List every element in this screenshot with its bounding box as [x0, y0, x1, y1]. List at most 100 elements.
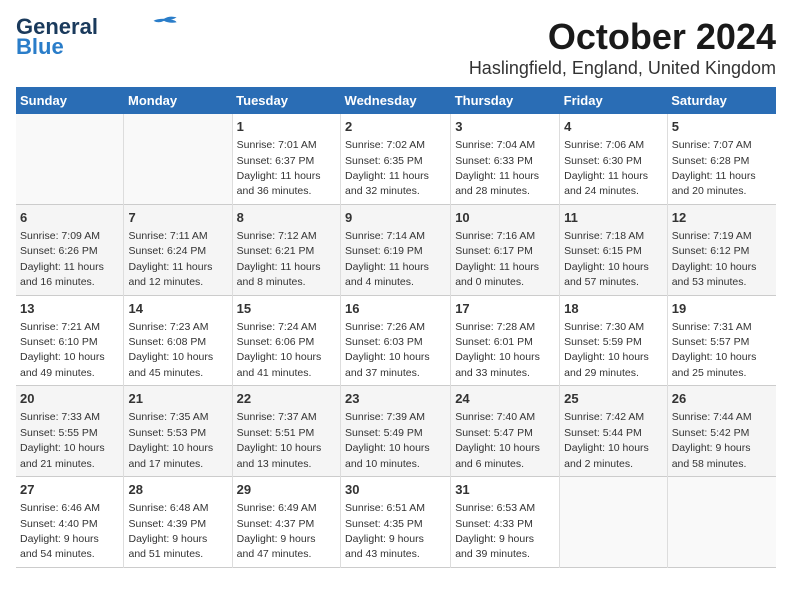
calendar-cell: 12Sunrise: 7:19 AM Sunset: 6:12 PM Dayli…: [667, 204, 776, 295]
logo: General Blue: [16, 16, 178, 58]
day-info: Sunrise: 7:44 AM Sunset: 5:42 PM Dayligh…: [672, 411, 752, 469]
column-header-friday: Friday: [560, 87, 668, 114]
calendar-cell: 25 Sunrise: 7:42 AM Sunset: 5:44 PM Dayli…: [560, 386, 668, 477]
day-info: Sunrise: 7:33 AM Sunset: 5:55 PM Dayligh…: [20, 411, 105, 469]
day-info: Sunrise: 7:12 AM Sunset: 6:21 PM Dayligh…: [237, 230, 321, 288]
day-info: Sunrise: 7:26 AM Sunset: 6:03 PM Dayligh…: [345, 321, 430, 379]
day-info: Sunrise: 7:07 AM Sunset: 6:28 PM Dayligh…: [672, 139, 756, 197]
day-number: 9: [345, 209, 446, 227]
day-number: 6: [20, 209, 119, 227]
column-header-thursday: Thursday: [451, 87, 560, 114]
day-info: Sunrise: 7:14 AM Sunset: 6:19 PM Dayligh…: [345, 230, 429, 288]
day-number: 22: [237, 390, 336, 408]
day-number: 29: [237, 481, 336, 499]
day-number: 19: [672, 300, 772, 318]
calendar-cell: 29 Sunrise: 6:49 AM Sunset: 4:37 PM Dayli…: [232, 477, 340, 568]
calendar-cell: 27 Sunrise: 6:46 AM Sunset: 4:40 PM Dayli…: [16, 477, 124, 568]
calendar-cell: 31 Sunrise: 6:53 AM Sunset: 4:33 PM Dayli…: [451, 477, 560, 568]
day-number: 1: [237, 118, 336, 136]
calendar-cell: 18Sunrise: 7:30 AM Sunset: 5:59 PM Dayli…: [560, 295, 668, 386]
day-info: Sunrise: 7:23 AM Sunset: 6:08 PM Dayligh…: [128, 321, 213, 379]
page-header: General Blue October 2024 Haslingfield, …: [16, 16, 776, 79]
calendar-cell: 1Sunrise: 7:01 AM Sunset: 6:37 PM Daylig…: [232, 114, 340, 204]
day-number: 10: [455, 209, 555, 227]
day-info: Sunrise: 6:46 AM Sunset: 4:40 PM Dayligh…: [20, 502, 100, 560]
calendar-cell: 22 Sunrise: 7:37 AM Sunset: 5:51 PM Dayli…: [232, 386, 340, 477]
column-header-saturday: Saturday: [667, 87, 776, 114]
calendar-cell: 15 Sunrise: 7:24 AM Sunset: 6:06 PM Dayli…: [232, 295, 340, 386]
calendar-cell: 14 Sunrise: 7:23 AM Sunset: 6:08 PM Dayli…: [124, 295, 232, 386]
day-number: 23: [345, 390, 446, 408]
day-info: Sunrise: 7:37 AM Sunset: 5:51 PM Dayligh…: [237, 411, 322, 469]
logo-subtext: Blue: [16, 36, 64, 58]
calendar-cell: 24 Sunrise: 7:40 AM Sunset: 5:47 PM Dayli…: [451, 386, 560, 477]
day-number: 30: [345, 481, 446, 499]
day-number: 11: [564, 209, 663, 227]
week-row-4: 20Sunrise: 7:33 AM Sunset: 5:55 PM Dayli…: [16, 386, 776, 477]
calendar-cell: [667, 477, 776, 568]
calendar-cell: 4Sunrise: 7:06 AM Sunset: 6:30 PM Daylig…: [560, 114, 668, 204]
calendar-cell: 30 Sunrise: 6:51 AM Sunset: 4:35 PM Dayli…: [341, 477, 451, 568]
calendar-cell: 8 Sunrise: 7:12 AM Sunset: 6:21 PM Daylig…: [232, 204, 340, 295]
month-title: October 2024: [469, 16, 776, 58]
week-row-1: 1Sunrise: 7:01 AM Sunset: 6:37 PM Daylig…: [16, 114, 776, 204]
day-info: Sunrise: 6:51 AM Sunset: 4:35 PM Dayligh…: [345, 502, 425, 560]
calendar-cell: 26 Sunrise: 7:44 AM Sunset: 5:42 PM Dayli…: [667, 386, 776, 477]
calendar-cell: [560, 477, 668, 568]
day-number: 31: [455, 481, 555, 499]
title-section: October 2024 Haslingfield, England, Unit…: [469, 16, 776, 79]
day-info: Sunrise: 7:24 AM Sunset: 6:06 PM Dayligh…: [237, 321, 322, 379]
day-number: 8: [237, 209, 336, 227]
week-row-5: 27 Sunrise: 6:46 AM Sunset: 4:40 PM Dayli…: [16, 477, 776, 568]
day-number: 4: [564, 118, 663, 136]
day-info: Sunrise: 6:48 AM Sunset: 4:39 PM Dayligh…: [128, 502, 208, 560]
day-number: 17: [455, 300, 555, 318]
calendar-cell: 5 Sunrise: 7:07 AM Sunset: 6:28 PM Daylig…: [667, 114, 776, 204]
logo-bird-icon: [150, 14, 178, 34]
day-number: 28: [128, 481, 227, 499]
day-info: Sunrise: 7:11 AM Sunset: 6:24 PM Dayligh…: [128, 230, 212, 288]
calendar-cell: 10 Sunrise: 7:16 AM Sunset: 6:17 PM Dayli…: [451, 204, 560, 295]
day-info: Sunrise: 7:40 AM Sunset: 5:47 PM Dayligh…: [455, 411, 540, 469]
calendar-cell: 6 Sunrise: 7:09 AM Sunset: 6:26 PM Daylig…: [16, 204, 124, 295]
day-info: Sunrise: 7:16 AM Sunset: 6:17 PM Dayligh…: [455, 230, 539, 288]
day-info: Sunrise: 7:30 AM Sunset: 5:59 PM Dayligh…: [564, 321, 649, 379]
calendar-cell: 11 Sunrise: 7:18 AM Sunset: 6:15 PM Dayli…: [560, 204, 668, 295]
day-info: Sunrise: 7:02 AM Sunset: 6:35 PM Dayligh…: [345, 139, 429, 197]
day-info: Sunrise: 7:09 AM Sunset: 6:26 PM Dayligh…: [20, 230, 104, 288]
calendar-cell: 19 Sunrise: 7:31 AM Sunset: 5:57 PM Dayli…: [667, 295, 776, 386]
column-header-sunday: Sunday: [16, 87, 124, 114]
column-header-wednesday: Wednesday: [341, 87, 451, 114]
calendar-cell: 13Sunrise: 7:21 AM Sunset: 6:10 PM Dayli…: [16, 295, 124, 386]
column-header-tuesday: Tuesday: [232, 87, 340, 114]
day-number: 26: [672, 390, 772, 408]
day-number: 14: [128, 300, 227, 318]
calendar-cell: 3 Sunrise: 7:04 AM Sunset: 6:33 PM Daylig…: [451, 114, 560, 204]
calendar-cell: 28 Sunrise: 6:48 AM Sunset: 4:39 PM Dayli…: [124, 477, 232, 568]
day-info: Sunrise: 7:31 AM Sunset: 5:57 PM Dayligh…: [672, 321, 757, 379]
day-info: Sunrise: 7:04 AM Sunset: 6:33 PM Dayligh…: [455, 139, 539, 197]
day-number: 24: [455, 390, 555, 408]
day-info: Sunrise: 7:18 AM Sunset: 6:15 PM Dayligh…: [564, 230, 649, 288]
day-number: 7: [128, 209, 227, 227]
calendar-cell: 21 Sunrise: 7:35 AM Sunset: 5:53 PM Dayli…: [124, 386, 232, 477]
day-number: 21: [128, 390, 227, 408]
day-info: Sunrise: 7:28 AM Sunset: 6:01 PM Dayligh…: [455, 321, 540, 379]
day-number: 16: [345, 300, 446, 318]
day-number: 5: [672, 118, 772, 136]
day-number: 25: [564, 390, 663, 408]
day-info: Sunrise: 7:35 AM Sunset: 5:53 PM Dayligh…: [128, 411, 213, 469]
calendar-table: SundayMondayTuesdayWednesdayThursdayFrid…: [16, 87, 776, 568]
calendar-cell: 2Sunrise: 7:02 AM Sunset: 6:35 PM Daylig…: [341, 114, 451, 204]
day-info: Sunrise: 7:42 AM Sunset: 5:44 PM Dayligh…: [564, 411, 649, 469]
calendar-cell: 23Sunrise: 7:39 AM Sunset: 5:49 PM Dayli…: [341, 386, 451, 477]
day-info: Sunrise: 6:49 AM Sunset: 4:37 PM Dayligh…: [237, 502, 317, 560]
day-number: 13: [20, 300, 119, 318]
calendar-cell: [16, 114, 124, 204]
calendar-cell: [124, 114, 232, 204]
day-number: 3: [455, 118, 555, 136]
calendar-cell: 16 Sunrise: 7:26 AM Sunset: 6:03 PM Dayli…: [341, 295, 451, 386]
day-number: 27: [20, 481, 119, 499]
day-number: 15: [237, 300, 336, 318]
day-info: Sunrise: 6:53 AM Sunset: 4:33 PM Dayligh…: [455, 502, 535, 560]
